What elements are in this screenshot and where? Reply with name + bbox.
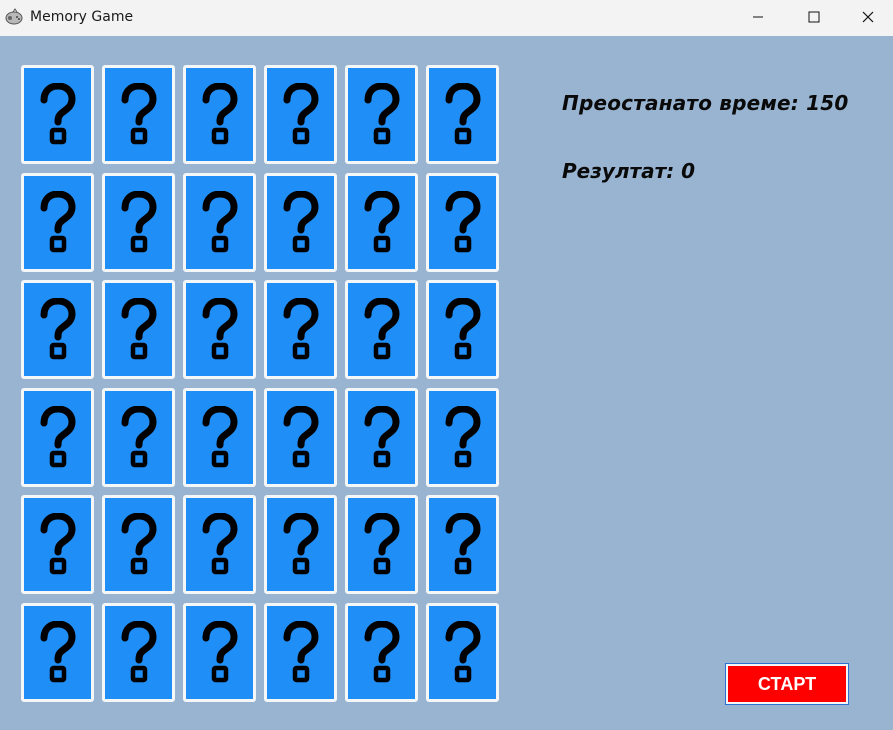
memory-card[interactable] xyxy=(21,388,94,487)
question-mark-icon xyxy=(278,620,324,685)
question-mark-icon xyxy=(197,190,243,255)
question-mark-icon xyxy=(197,297,243,362)
question-mark-icon xyxy=(278,82,324,147)
question-mark-icon xyxy=(440,82,486,147)
memory-card[interactable] xyxy=(21,603,94,702)
question-mark-icon xyxy=(440,297,486,362)
close-icon xyxy=(862,11,874,23)
minimize-button[interactable] xyxy=(729,0,787,34)
memory-card[interactable] xyxy=(345,495,418,594)
memory-card[interactable] xyxy=(426,495,499,594)
question-mark-icon xyxy=(35,512,81,577)
memory-card[interactable] xyxy=(264,65,337,164)
memory-card[interactable] xyxy=(183,495,256,594)
question-mark-icon xyxy=(278,512,324,577)
question-mark-icon xyxy=(116,82,162,147)
question-mark-icon xyxy=(116,512,162,577)
question-mark-icon xyxy=(116,190,162,255)
game-controller-icon xyxy=(4,7,24,27)
window-title: Memory Game xyxy=(30,9,134,25)
question-mark-icon xyxy=(116,405,162,470)
memory-card[interactable] xyxy=(183,388,256,487)
question-mark-icon xyxy=(35,620,81,685)
memory-card[interactable] xyxy=(345,603,418,702)
question-mark-icon xyxy=(35,82,81,147)
memory-card[interactable] xyxy=(345,388,418,487)
memory-card[interactable] xyxy=(102,388,175,487)
memory-card[interactable] xyxy=(264,495,337,594)
memory-card[interactable] xyxy=(21,65,94,164)
memory-card[interactable] xyxy=(345,65,418,164)
minimize-icon xyxy=(752,11,764,23)
question-mark-icon xyxy=(278,190,324,255)
memory-card[interactable] xyxy=(345,173,418,272)
score-label: Резултат: 0 xyxy=(562,159,696,183)
question-mark-icon xyxy=(359,297,405,362)
question-mark-icon xyxy=(116,620,162,685)
title-bar: Memory Game xyxy=(0,0,893,36)
game-window: Memory Game Преостанато време: 150 Резул… xyxy=(0,0,893,730)
memory-card[interactable] xyxy=(426,173,499,272)
question-mark-icon xyxy=(35,297,81,362)
memory-card[interactable] xyxy=(183,173,256,272)
memory-card[interactable] xyxy=(426,280,499,379)
question-mark-icon xyxy=(359,190,405,255)
question-mark-icon xyxy=(116,297,162,362)
memory-card[interactable] xyxy=(21,280,94,379)
maximize-icon xyxy=(808,11,820,23)
memory-card[interactable] xyxy=(426,603,499,702)
question-mark-icon xyxy=(278,297,324,362)
question-mark-icon xyxy=(359,405,405,470)
memory-card[interactable] xyxy=(102,173,175,272)
question-mark-icon xyxy=(440,512,486,577)
question-mark-icon xyxy=(197,512,243,577)
maximize-button[interactable] xyxy=(785,0,843,34)
start-button[interactable]: СТАРТ xyxy=(726,664,848,704)
memory-card[interactable] xyxy=(426,65,499,164)
memory-card[interactable] xyxy=(264,280,337,379)
memory-card[interactable] xyxy=(21,495,94,594)
memory-card[interactable] xyxy=(102,495,175,594)
memory-card[interactable] xyxy=(102,603,175,702)
memory-card[interactable] xyxy=(345,280,418,379)
memory-card[interactable] xyxy=(183,603,256,702)
memory-card[interactable] xyxy=(102,65,175,164)
memory-card[interactable] xyxy=(21,173,94,272)
memory-card[interactable] xyxy=(264,388,337,487)
question-mark-icon xyxy=(278,405,324,470)
question-mark-icon xyxy=(440,190,486,255)
question-mark-icon xyxy=(359,82,405,147)
memory-card[interactable] xyxy=(102,280,175,379)
memory-card[interactable] xyxy=(183,65,256,164)
memory-card[interactable] xyxy=(183,280,256,379)
remaining-time-label: Преостанато време: 150 xyxy=(562,91,849,115)
question-mark-icon xyxy=(35,190,81,255)
close-button[interactable] xyxy=(843,0,893,34)
question-mark-icon xyxy=(35,405,81,470)
question-mark-icon xyxy=(359,512,405,577)
question-mark-icon xyxy=(440,405,486,470)
memory-card[interactable] xyxy=(264,173,337,272)
question-mark-icon xyxy=(197,405,243,470)
question-mark-icon xyxy=(359,620,405,685)
question-mark-icon xyxy=(197,82,243,147)
memory-card[interactable] xyxy=(426,388,499,487)
question-mark-icon xyxy=(440,620,486,685)
memory-card[interactable] xyxy=(264,603,337,702)
question-mark-icon xyxy=(197,620,243,685)
